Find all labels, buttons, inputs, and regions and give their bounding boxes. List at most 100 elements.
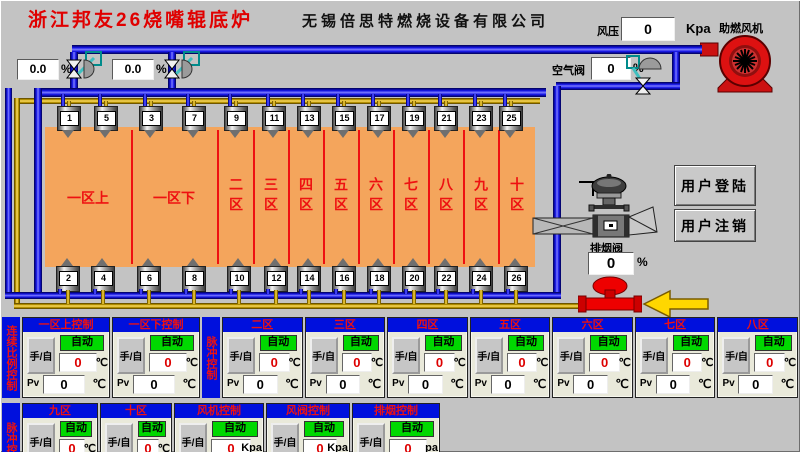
pv-unit: ℃ xyxy=(781,377,794,391)
zone-label: 七区 xyxy=(401,177,421,217)
burner-number: 15 xyxy=(335,111,354,126)
zone-divider xyxy=(358,130,360,264)
burner-number: 20 xyxy=(405,271,424,286)
pv-value: 0 xyxy=(491,375,526,394)
burner: 9 xyxy=(224,106,248,131)
pv-unit: ℃ xyxy=(285,377,298,391)
auto-indicator: 自动 xyxy=(150,335,194,351)
centrifugal-fan-icon xyxy=(700,30,784,94)
burner: 13 xyxy=(297,106,321,131)
user-logout-button[interactable]: 用户注销 xyxy=(674,209,756,242)
butterfly-valve2-icon[interactable] xyxy=(162,50,202,88)
setpoint-value[interactable]: 0 xyxy=(672,353,703,372)
burner: 11 xyxy=(262,106,286,131)
burner-number: 18 xyxy=(370,271,389,286)
manual-auto-button[interactable]: 手/自 xyxy=(357,423,385,452)
manual-auto-button[interactable]: 手/自 xyxy=(117,337,145,374)
zone-divider xyxy=(288,130,290,264)
manual-auto-button[interactable]: 手/自 xyxy=(475,337,503,374)
valve1-position-value: 0.0 xyxy=(17,59,59,80)
setpoint-value[interactable]: 0 xyxy=(389,439,427,452)
manual-auto-button[interactable]: 手/自 xyxy=(310,337,338,374)
manual-auto-button[interactable]: 手/自 xyxy=(557,337,585,374)
control-panel: 风阀控制手/自自动0Kpa xyxy=(266,403,350,452)
zone-divider xyxy=(253,130,255,264)
setpoint-value[interactable]: 0 xyxy=(342,353,373,372)
user-login-button[interactable]: 用户登陆 xyxy=(674,165,756,206)
pv-value: 0 xyxy=(738,375,773,394)
air-butterfly-valve-icon[interactable] xyxy=(623,54,663,96)
setpoint-unit: ℃ xyxy=(84,442,96,452)
pv-unit: ℃ xyxy=(368,377,381,391)
mode-label-bar: 脉冲控制 xyxy=(2,403,20,452)
burner-pipe-stub xyxy=(479,290,483,304)
manual-auto-button[interactable]: 手/自 xyxy=(392,337,420,374)
pv-label: Pv xyxy=(475,378,487,389)
furnace-body: 一区上一区下二区三区四区五区六区七区八区九区十区 xyxy=(45,127,535,267)
setpoint-unit: ℃ xyxy=(701,356,713,369)
manual-auto-button[interactable]: 手/自 xyxy=(722,337,750,374)
control-panel: 六区手/自自动0℃Pv0℃ xyxy=(552,317,633,398)
panel-title: 三区 xyxy=(306,318,385,332)
pv-label: Pv xyxy=(27,378,39,389)
burner-number: 7 xyxy=(185,111,204,126)
pipe-air-manifold-top xyxy=(34,88,546,97)
burner-nozzle-icon xyxy=(439,258,451,266)
setpoint-value[interactable]: 0 xyxy=(137,439,159,452)
burner-nozzle-icon xyxy=(187,258,199,266)
setpoint-value[interactable]: 0 xyxy=(59,439,85,452)
butterfly-valve1-icon[interactable] xyxy=(64,50,104,88)
burner-pipe-stub xyxy=(192,290,196,304)
setpoint-unit: ℃ xyxy=(96,356,108,369)
manual-auto-button[interactable]: 手/自 xyxy=(179,423,207,452)
zone-divider xyxy=(498,130,500,264)
manual-auto-button[interactable]: 手/自 xyxy=(105,423,133,452)
setpoint-value[interactable]: 0 xyxy=(507,353,538,372)
exhaust-motor-valve-icon[interactable] xyxy=(531,174,659,240)
zone-divider xyxy=(428,130,430,264)
manual-auto-button[interactable]: 手/自 xyxy=(271,423,299,452)
burner-nozzle-icon xyxy=(337,130,349,138)
panel-title: 九区 xyxy=(23,404,97,418)
setpoint-value[interactable]: 0 xyxy=(589,353,620,372)
burner-pipe-stub xyxy=(436,289,440,294)
burner: 5 xyxy=(94,106,118,131)
pv-label: Pv xyxy=(392,378,404,389)
setpoint-unit: ℃ xyxy=(536,356,548,369)
manual-auto-button[interactable]: 手/自 xyxy=(27,337,55,374)
burner-nozzle-icon xyxy=(302,258,314,266)
pv-unit: ℃ xyxy=(183,377,196,391)
burner-pipe-stub xyxy=(514,290,518,304)
pv-unit: ℃ xyxy=(93,377,106,391)
burner-number: 11 xyxy=(265,111,284,126)
burner-number: 3 xyxy=(142,111,161,126)
pipe-air-manifold-bottom xyxy=(5,292,561,299)
burner-nozzle-icon xyxy=(372,258,384,266)
auto-indicator: 自动 xyxy=(60,335,104,351)
setpoint-value[interactable]: 0 xyxy=(59,353,97,372)
burner-nozzle-icon xyxy=(474,130,486,138)
zone-divider xyxy=(217,130,219,264)
control-panel: 一区上控制手/自自动0℃Pv0℃ xyxy=(22,317,110,398)
setpoint-value[interactable]: 0 xyxy=(149,353,187,372)
setpoint-value[interactable]: 0 xyxy=(424,353,455,372)
page-title: 浙江邦友26烧嘴辊底炉 xyxy=(28,5,253,32)
setpoint-value[interactable]: 0 xyxy=(259,353,290,372)
burner-number: 10 xyxy=(230,271,249,286)
setpoint-unit: ℃ xyxy=(186,356,198,369)
manual-auto-button[interactable]: 手/自 xyxy=(227,337,255,374)
burner-pipe-stub xyxy=(101,290,105,304)
setpoint-value[interactable]: 0 xyxy=(754,353,785,372)
control-panel: 排烟控制手/自自动0pa xyxy=(352,403,440,452)
pv-unit: ℃ xyxy=(698,377,711,391)
setpoint-unit: ℃ xyxy=(288,356,300,369)
zone-divider xyxy=(393,130,395,264)
red-valve-icon[interactable] xyxy=(578,276,642,314)
burner-pipe-stub xyxy=(147,290,151,304)
burner-nozzle-icon xyxy=(96,258,108,266)
pv-unit: ℃ xyxy=(615,377,628,391)
zone-label: 五区 xyxy=(331,177,351,217)
manual-auto-button[interactable]: 手/自 xyxy=(640,337,668,374)
panel-title: 五区 xyxy=(471,318,550,332)
manual-auto-button[interactable]: 手/自 xyxy=(27,423,55,452)
